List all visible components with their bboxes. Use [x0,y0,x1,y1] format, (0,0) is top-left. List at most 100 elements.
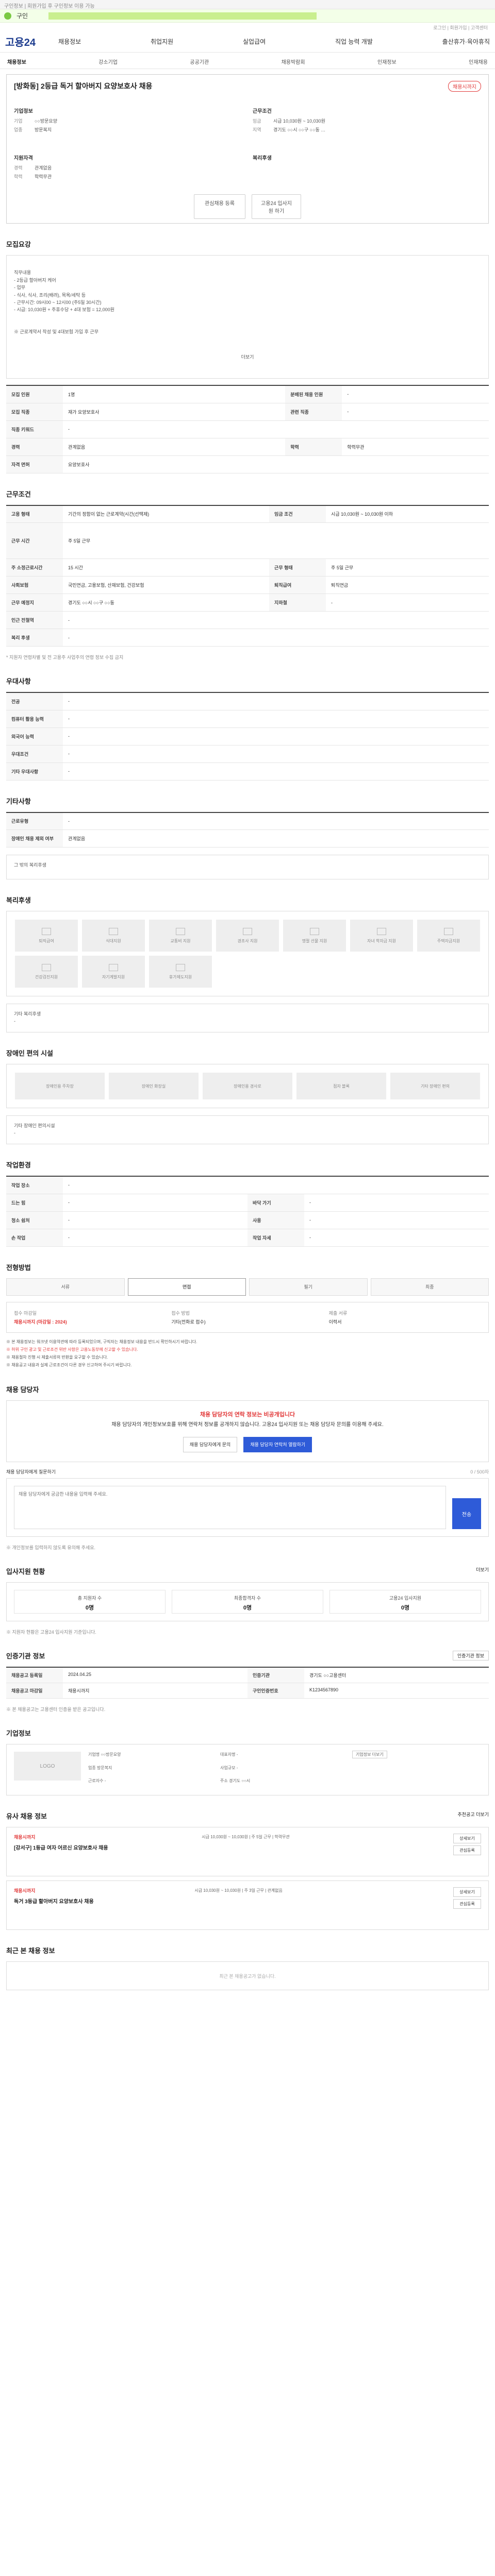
td: - [63,1229,248,1247]
gnb-item[interactable]: 실업급여 [243,37,266,46]
subnav-item[interactable]: 인재채용 [469,58,488,65]
th: 바닥 가기 [248,1194,304,1212]
similar-job-card[interactable]: 채용시까지 [강서구] 1등급 여자 어르신 요양보호사 채용 시급 10,03… [6,1827,489,1877]
th: 모집 직종 [6,403,63,421]
site-logo[interactable]: 고용24 [5,34,36,49]
td: 경기도 ○○시 ○○구 ○○동 [63,594,270,612]
th: 인증기관 [248,1668,304,1684]
th: 작업 자세 [248,1229,304,1247]
similar-job-title[interactable]: [강서구] 1등급 여자 어르신 요양보호사 채용 [14,1843,108,1851]
job-description-note: ※ 근로계약서 작성 및 4대보험 가입 후 근무 [14,329,98,335]
td: - [304,1211,489,1229]
info-label: 접수 방법 [171,1310,190,1316]
applicants-title: 입사지원 현황 [6,1568,45,1576]
info-value: 기타(전화로 접수) [171,1319,206,1325]
td: 재가 요양보호사 [63,403,286,421]
gnb-item[interactable]: 채용정보 [58,37,81,46]
add-interest-button[interactable]: 관심채용 등록 [194,194,245,219]
stat-label: 고용24 입사지원 [389,1596,422,1601]
th: 분배된 채용 인원 [285,385,342,403]
company-more-button[interactable]: 기업정보 더보기 [352,1751,387,1759]
field-label: 주소 [220,1778,228,1783]
td: - [326,594,489,612]
welfare-item: 명절 선물 지원 [283,920,346,952]
welfare-icon [444,927,453,935]
contact-alert: 채용 담당자의 연락 정보는 비공개입니다 채용 담당자의 개인정보보호를 위해… [6,1400,489,1463]
contact-inquiry-button[interactable]: 채용 담당자에게 문의 [183,1437,238,1453]
section-title-disability: 장애인 편의 시설 [6,1049,53,1057]
gnb-item[interactable]: 직업 능력 개발 [335,37,373,46]
td: - [63,629,489,647]
welfare-grid: 퇴직급여 식대지원 교통비 지원 경조사 지원 명절 선물 지원 자녀 학자금 … [6,911,489,996]
qa-send-button[interactable]: 전송 [452,1498,481,1530]
kv-value: ○○방문요양 [35,118,57,124]
top-utility-bar: 구인정보 | 회원가입 후 구인정보 이용 가능 [0,0,495,9]
gnb-item[interactable]: 취업지원 [151,37,173,46]
th: 청소 쉼처 [6,1211,63,1229]
th: 관련 직종 [285,403,342,421]
notice-icon [4,12,11,20]
process-steps: 서류 면접 필기 최종 [6,1278,489,1296]
qa-input[interactable] [14,1486,446,1530]
similar-interest-button[interactable]: 관심등록 [453,1899,481,1909]
stat-label: 총 지원자 수 [77,1596,102,1601]
info-label: 접수 마감일 [14,1310,37,1316]
subnav-item[interactable]: 공공기관 [190,58,209,65]
similar-job-title[interactable]: 독거 3등급 할아버지 요양보호사 채용 [14,1897,94,1905]
agency-button[interactable]: 인증기관 정보 [452,1651,489,1661]
work-footnote: * 지원자 연령차별 및 전 고용주 사업주의 연령 정보 수집 금지 [6,655,124,660]
td: 경기도 ○○고용센터 [304,1668,489,1684]
th: 채용공고 마감일 [6,1683,63,1699]
job-description-box: 직무내용 - 2등급 할아버지 케어 - 업무 - 식사, 식사, 조리(배려)… [6,255,489,379]
similar-interest-button[interactable]: 관심등록 [453,1845,481,1856]
more-button[interactable]: 더보기 [14,353,481,361]
td: K1234567890 [304,1683,489,1699]
td: 기간의 정함이 없는 근로계약(시간(선택제) [63,505,270,523]
header: 고용24 채용정보 취업지원 실업급여 직업 능력 개발 출산휴가·육아휴직 [0,31,495,53]
welfare-label: 주택자금지원 [437,938,460,943]
subnav-item[interactable]: 강소기업 [98,58,118,65]
welfare-icon [109,963,118,971]
th: 사용 [248,1211,304,1229]
welfare-item: 자녀 학자금 지원 [350,920,413,952]
similar-detail-button[interactable]: 상세보기 [453,1834,481,1844]
apply-button[interactable]: 고용24 입사지원 하기 [252,194,301,219]
info-value: 이력서 [328,1319,342,1325]
td: - [63,611,489,629]
disability-item: 장애인 화장실 [109,1073,199,1099]
kv-label: 기업 [14,118,23,124]
subnav-item[interactable]: 인재정보 [377,58,397,65]
section-title-jobenv: 작업환경 [6,1161,31,1169]
process-step: 서류 [6,1278,125,1296]
work-cond-info: 근무조건 임금 시급 10,030원 ~ 10,030원 지역 경기도 ○○시 ○○… [253,107,481,135]
qa-title: 채용 담당자에게 질문하기 [6,1469,56,1475]
view-contact-button[interactable]: 채용 담당자 연락처 열람하기 [243,1437,312,1453]
field-label: 업종 [88,1765,96,1770]
td: 학력무관 [342,438,489,456]
etc-box: 그 밖의 복리후생 [6,855,489,879]
applicants-more[interactable]: 더보기 [476,1566,489,1576]
qa-counter: 0 / 500자 [470,1469,489,1475]
welfare-icon [176,963,185,971]
td: - [63,1194,248,1212]
disability-item: 기타 장애인 편의 [390,1073,480,1099]
td: 시급 10,030원 ~ 10,030원 이하 [326,505,489,523]
util-links[interactable]: 로그인 | 회원가입 | 고객센터 [0,23,495,31]
notice-banner: 구인 [0,9,495,23]
td: - [63,745,489,763]
similar-more[interactable]: 추천공고 더보기 [458,1811,489,1821]
welfare-item: 퇴직급여 [15,920,78,952]
similar-detail-button[interactable]: 상세보기 [453,1887,481,1897]
field-value: - [236,1752,238,1757]
welfare-icon [243,927,252,935]
requirement-heading: 지원자격 [14,156,33,161]
similar-job-card[interactable]: 채용시까지 독거 3등급 할아버지 요양보호사 채용 시급 10,030원 ~ … [6,1880,489,1930]
welfare-item: 경조사 지원 [216,920,279,952]
th: 컴퓨터 활용 능력 [6,710,63,728]
gnb-item[interactable]: 출산휴가·육아휴직 [442,37,490,46]
welfare-label: 식대지원 [106,938,121,943]
kv-value: 시급 10,030원 ~ 10,030원 [273,118,325,124]
subnav-item[interactable]: 채용정보 [7,58,26,65]
subnav-item[interactable]: 채용박람회 [282,58,305,65]
section-title-detail: 모집요강 [6,241,31,248]
